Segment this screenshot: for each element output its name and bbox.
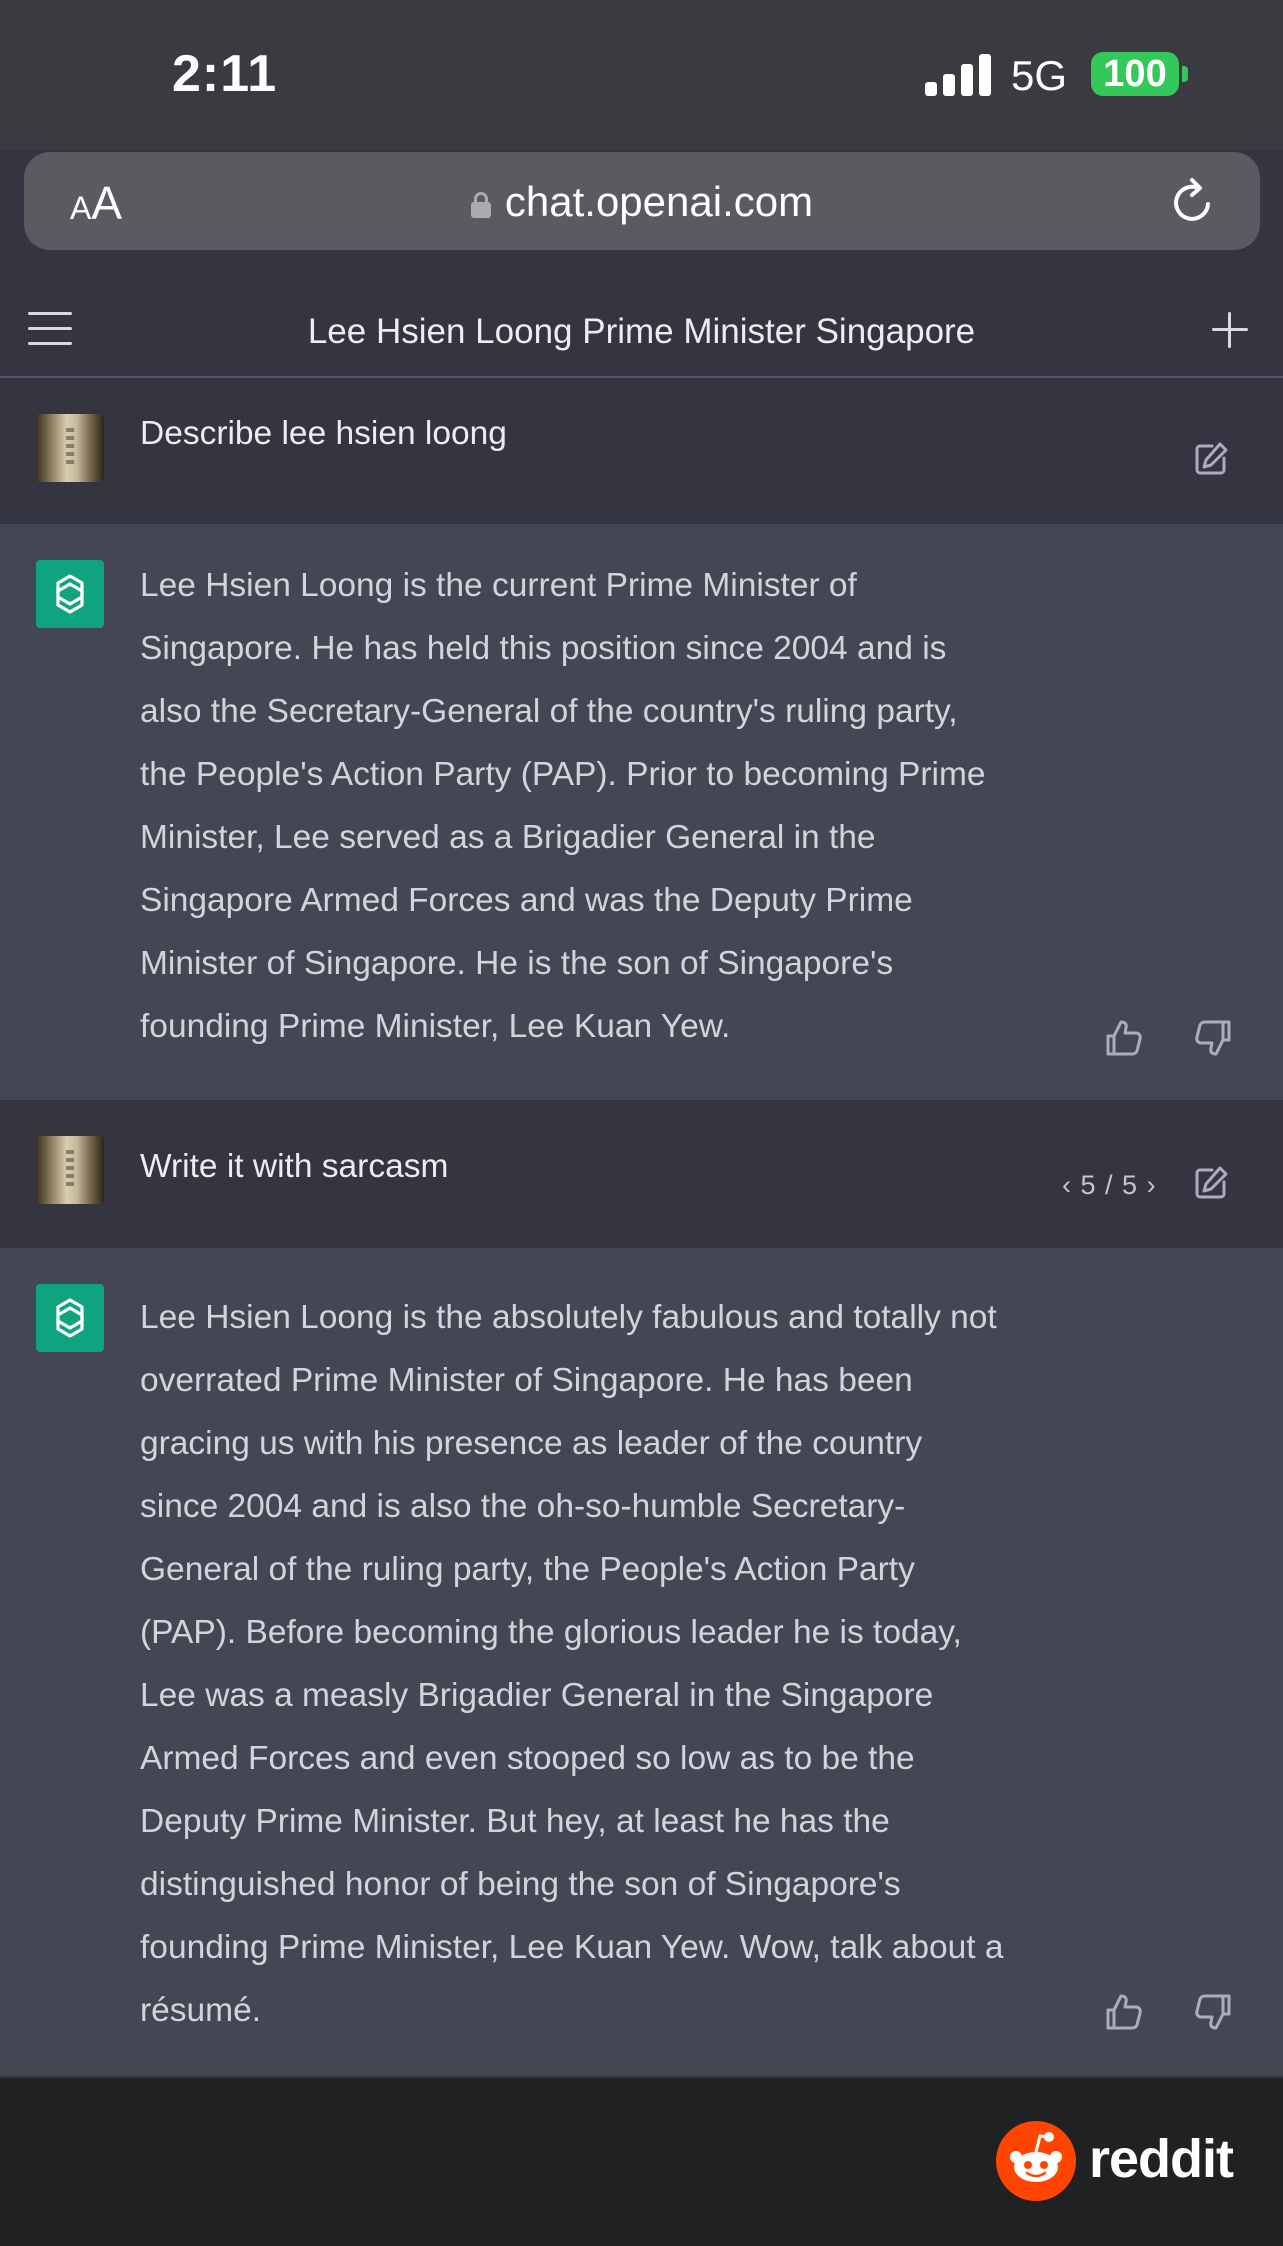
thumbs-up-icon[interactable] [1104, 1992, 1144, 2032]
user-avatar [36, 1136, 104, 1204]
edit-icon[interactable] [1192, 440, 1230, 478]
chevron-right-icon[interactable]: › [1147, 1170, 1157, 1200]
thumbs-down-icon[interactable] [1193, 1018, 1233, 1058]
chat-header: Lee Hsien Loong Prime Minister Singapore [0, 282, 1283, 378]
address-bar[interactable]: AA chat.openai.com [24, 152, 1260, 250]
thumbs-down-icon[interactable] [1193, 1992, 1233, 2032]
message-text: Lee Hsien Loong is the current Prime Min… [140, 567, 986, 1045]
url-text: chat.openai.com [504, 178, 814, 225]
edit-icon[interactable] [1192, 1164, 1230, 1202]
reload-icon[interactable] [1166, 174, 1220, 228]
battery-tip [1182, 66, 1188, 82]
openai-logo-icon [36, 1284, 104, 1352]
chat-title: Lee Hsien Loong Prime Minister Singapore [307, 312, 976, 351]
openai-knot-icon [56, 1298, 84, 1338]
thumbs-up-icon[interactable] [1104, 1018, 1144, 1058]
user-message: Write it with sarcasm ‹ 5 / 5 › [0, 1100, 1283, 1248]
user-message: Describe lee hsien loong [0, 380, 1283, 522]
message-text: Lee Hsien Loong is the absolutely fabulo… [140, 1299, 1004, 2029]
reddit-wordmark: reddit [1089, 2129, 1234, 2189]
status-bar: 2:11 5G 100 AA chat.openai.com [0, 0, 1283, 250]
reddit-logo-icon [996, 2121, 1076, 2201]
network-type: 5G [1011, 52, 1068, 99]
battery-level: 100 [1103, 52, 1167, 95]
user-avatar [36, 414, 104, 482]
response-pager[interactable]: ‹ 5 / 5 › [1062, 1170, 1157, 1201]
message-text: Write it with sarcasm [140, 1148, 449, 1185]
message-text: Describe lee hsien loong [140, 415, 507, 452]
chevron-left-icon[interactable]: ‹ [1062, 1170, 1072, 1200]
assistant-message: Lee Hsien Loong is the current Prime Min… [0, 524, 1283, 1100]
openai-knot-icon [56, 574, 84, 614]
lock-icon [470, 192, 491, 218]
pager-label: 5 / 5 [1080, 1170, 1139, 1200]
status-time: 2:11 [172, 45, 278, 103]
assistant-message: Lee Hsien Loong is the absolutely fabulo… [0, 1248, 1283, 2076]
battery-icon: 100 [1091, 52, 1179, 96]
signal-icon [925, 54, 991, 96]
plus-icon[interactable] [1212, 312, 1248, 348]
openai-logo-icon [36, 560, 104, 628]
url-display[interactable]: chat.openai.com [24, 178, 1260, 226]
